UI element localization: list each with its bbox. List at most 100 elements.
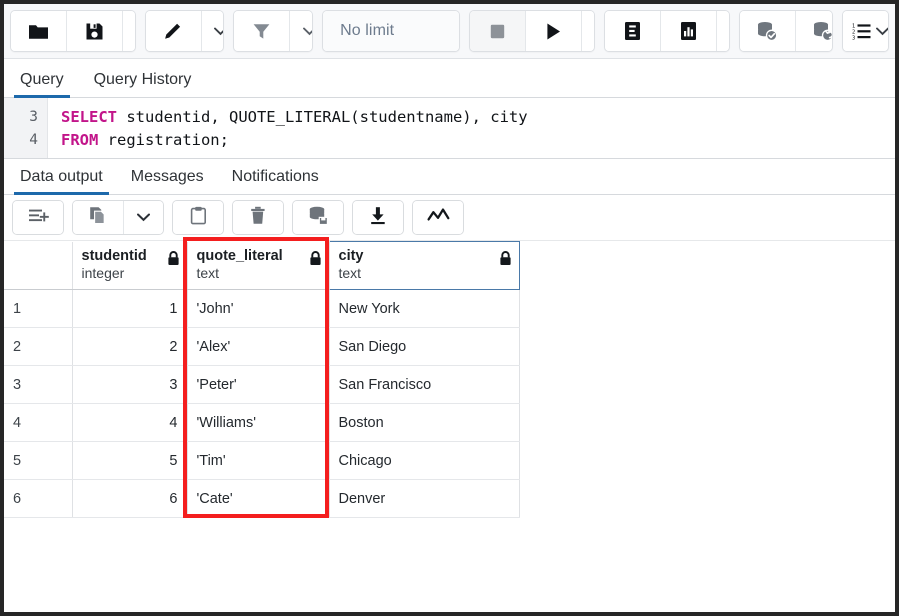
grid-body: 1 1 'John' New York 2 2 'Alex' San Diego…	[4, 290, 519, 518]
cell-studentid[interactable]: 3	[72, 366, 187, 404]
table-row[interactable]: 5 5 'Tim' Chicago	[4, 442, 519, 480]
edit-options-dropdown[interactable]	[202, 11, 225, 51]
tab-query-history[interactable]: Query History	[92, 71, 194, 97]
row-number: 3	[4, 366, 72, 404]
cell-city[interactable]: New York	[329, 290, 519, 328]
tab-query-label: Query	[20, 71, 64, 88]
copy-button[interactable]	[73, 201, 124, 234]
tab-data-output[interactable]: Data output	[18, 168, 105, 194]
row-limit-select[interactable]: No limit	[323, 11, 460, 51]
save-options-dropdown[interactable]	[123, 11, 136, 51]
paste-group	[172, 200, 224, 235]
cell-city[interactable]: Denver	[329, 480, 519, 518]
line-number: 4	[4, 129, 47, 152]
rollback-button[interactable]	[796, 11, 833, 51]
explain-analyze-button[interactable]	[661, 11, 717, 51]
macros-button[interactable]: 1 2 3	[843, 11, 889, 51]
chevron-down-icon	[214, 27, 224, 36]
row-number: 5	[4, 442, 72, 480]
cell-city[interactable]: Boston	[329, 404, 519, 442]
add-row-button[interactable]	[13, 201, 63, 234]
tab-messages[interactable]: Messages	[129, 168, 206, 194]
save-file-icon	[85, 22, 104, 41]
filter-button[interactable]	[234, 11, 290, 51]
lock-icon	[309, 251, 322, 270]
graph-group	[412, 200, 464, 235]
trash-delete-icon	[250, 206, 266, 230]
delete-row-button[interactable]	[233, 201, 283, 234]
table-row[interactable]: 2 2 'Alex' San Diego	[4, 328, 519, 366]
tab-query-history-label: Query History	[94, 71, 192, 88]
cell-quote-literal[interactable]: 'John'	[187, 290, 329, 328]
cell-quote-literal[interactable]: 'Peter'	[187, 366, 329, 404]
sql-line: SELECT studentid, QUOTE_LITERAL(studentn…	[61, 106, 895, 129]
column-header-city[interactable]: city text	[329, 242, 519, 290]
filter-options-dropdown[interactable]	[290, 11, 313, 51]
cell-quote-literal[interactable]: 'Cate'	[187, 480, 329, 518]
execute-button-group	[469, 10, 595, 52]
explain-options-dropdown[interactable]	[717, 11, 730, 51]
cell-city[interactable]: Chicago	[329, 442, 519, 480]
cell-studentid[interactable]: 5	[72, 442, 187, 480]
tab-notifications[interactable]: Notifications	[230, 168, 321, 194]
sql-editor[interactable]: 3 4 SELECT studentid, QUOTE_LITERAL(stud…	[4, 98, 895, 159]
download-csv-button[interactable]	[353, 201, 403, 234]
table-row[interactable]: 3 3 'Peter' San Francisco	[4, 366, 519, 404]
cell-city[interactable]: San Francisco	[329, 366, 519, 404]
column-type: text	[339, 265, 364, 282]
sql-line: FROM registration;	[61, 129, 895, 152]
cell-studentid[interactable]: 6	[72, 480, 187, 518]
open-file-button[interactable]	[11, 11, 67, 51]
pencil-edit-icon	[163, 21, 184, 41]
sql-keyword: SELECT	[61, 108, 117, 126]
edit-button[interactable]	[146, 11, 202, 51]
data-output-grid-wrap: studentid integer	[4, 241, 895, 518]
table-row[interactable]: 1 1 'John' New York	[4, 290, 519, 328]
editor-line-number-gutter: 3 4	[4, 98, 48, 158]
graph-visualiser-button[interactable]	[413, 201, 463, 234]
row-number: 2	[4, 328, 72, 366]
explain-button[interactable]	[605, 11, 661, 51]
row-number: 4	[4, 404, 72, 442]
stop-button[interactable]	[470, 11, 526, 51]
column-header-quote-literal[interactable]: quote_literal text	[187, 242, 329, 290]
copy-rows-icon	[89, 206, 108, 230]
chevron-down-icon	[137, 209, 150, 227]
cell-studentid[interactable]: 1	[72, 290, 187, 328]
execute-query-button[interactable]	[526, 11, 582, 51]
grid-header-row: studentid integer	[4, 242, 519, 290]
copy-options-dropdown[interactable]	[124, 201, 163, 234]
paste-button[interactable]	[173, 201, 223, 234]
cell-quote-literal[interactable]: 'Williams'	[187, 404, 329, 442]
column-type: integer	[82, 265, 147, 282]
sql-text: registration;	[98, 131, 229, 149]
file-button-group	[10, 10, 136, 52]
cell-studentid[interactable]: 2	[72, 328, 187, 366]
save-data-changes-button[interactable]	[293, 201, 343, 234]
cell-city[interactable]: San Diego	[329, 328, 519, 366]
cell-quote-literal[interactable]: 'Tim'	[187, 442, 329, 480]
tab-messages-label: Messages	[131, 168, 204, 185]
cell-studentid[interactable]: 4	[72, 404, 187, 442]
editor-tabstrip: Query Query History	[4, 59, 895, 98]
add-row-group	[12, 200, 64, 235]
commit-button[interactable]	[740, 11, 796, 51]
sql-code-area[interactable]: SELECT studentid, QUOTE_LITERAL(studentn…	[48, 98, 895, 158]
save-data-group	[292, 200, 344, 235]
save-file-button[interactable]	[67, 11, 123, 51]
tab-notifications-label: Notifications	[232, 168, 319, 185]
column-header-studentid[interactable]: studentid integer	[72, 242, 187, 290]
explain-button-group	[604, 10, 730, 52]
cell-quote-literal[interactable]: 'Alex'	[187, 328, 329, 366]
table-row[interactable]: 4 4 'Williams' Boston	[4, 404, 519, 442]
graph-visualiser-icon	[427, 207, 450, 229]
data-output-grid: studentid integer	[4, 241, 520, 518]
column-name: quote_literal	[197, 248, 283, 265]
sql-text: studentid, QUOTE_LITERAL(studentname), c…	[117, 108, 528, 126]
macros-button-group: 1 2 3	[842, 10, 889, 52]
tab-query[interactable]: Query	[18, 71, 66, 97]
filter-funnel-icon	[252, 22, 271, 41]
table-row[interactable]: 6 6 'Cate' Denver	[4, 480, 519, 518]
save-data-changes-icon	[308, 206, 329, 230]
execute-options-dropdown[interactable]	[582, 11, 595, 51]
